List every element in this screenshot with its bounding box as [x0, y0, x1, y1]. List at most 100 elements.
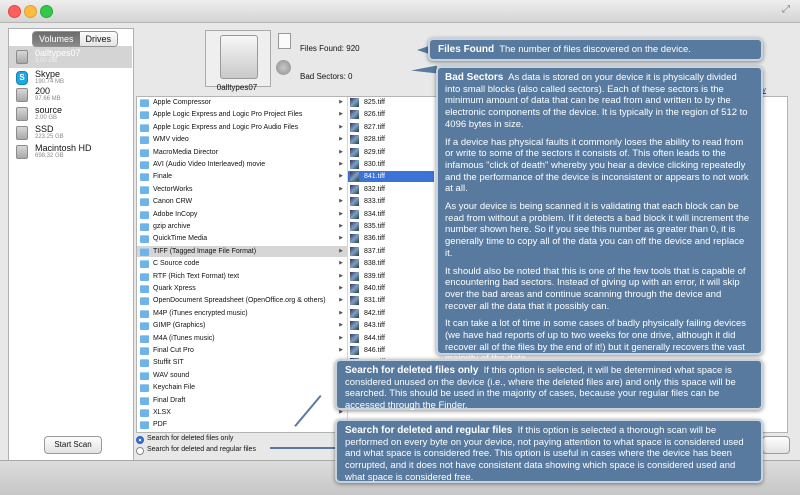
file-type-row[interactable]: Apple Logic Express and Logic Pro Projec…: [137, 109, 347, 120]
file-row[interactable]: 829.tiff: [348, 147, 434, 158]
file-row[interactable]: 839.tiff: [348, 271, 434, 282]
file-type-row[interactable]: WMV video ▶: [137, 134, 347, 145]
file-type-label: PDF: [153, 421, 167, 429]
image-thumbnail-icon: [350, 234, 359, 244]
folder-icon: [140, 396, 149, 405]
image-thumbnail-icon: [350, 122, 359, 132]
drive-icon: [16, 126, 28, 140]
file-type-row[interactable]: RTF (Rich Text Format) text ▶: [137, 271, 347, 282]
deleted-and-regular-radio[interactable]: [136, 447, 144, 455]
file-row[interactable]: 841.tiff: [348, 171, 434, 183]
deleted-only-radio[interactable]: [136, 436, 144, 444]
tab-drives[interactable]: Drives: [79, 32, 118, 46]
file-type-row[interactable]: Adobe InCopy ▶: [137, 209, 347, 220]
image-thumbnail-icon: [350, 147, 359, 157]
disclosure-arrow-icon: ▶: [339, 185, 343, 192]
sidebar-item-0alltypes07[interactable]: 0alltypes07 3.00 GB: [9, 46, 132, 68]
fullscreen-icon[interactable]: ⤢: [782, 4, 790, 15]
device-name: source: [35, 105, 63, 115]
file-type-row[interactable]: XLSX ▶: [137, 407, 347, 418]
device-name: 200: [35, 86, 51, 96]
file-type-row[interactable]: Canon CRW ▶: [137, 196, 347, 207]
image-thumbnail-icon: [350, 197, 359, 207]
deleted-and-regular-label[interactable]: Search for deleted and regular files: [147, 446, 256, 453]
tab-volumes[interactable]: Volumes: [33, 32, 80, 46]
file-type-label: TIFF (Tagged Image File Format): [153, 247, 257, 255]
file-type-row[interactable]: MacroMedia Director ▶: [137, 147, 347, 158]
folder-icon: [140, 198, 149, 207]
device-name: Macintosh HD: [35, 143, 92, 153]
file-row[interactable]: 844.tiff: [348, 333, 434, 344]
file-type-row[interactable]: C Source code ▶: [137, 258, 347, 269]
file-type-row[interactable]: Apple Logic Express and Logic Pro Audio …: [137, 122, 347, 133]
sidebar-item-macintosh-hd[interactable]: Macintosh HD 698.32 GB: [9, 141, 132, 163]
folder-icon: [140, 260, 149, 269]
file-type-label: M4A (iTunes music): [153, 334, 215, 342]
disclosure-arrow-icon: ▶: [339, 235, 343, 242]
file-row[interactable]: 825.tiff: [348, 97, 434, 108]
image-thumbnail-icon: [350, 333, 359, 343]
file-name: 839.tiff: [364, 272, 385, 280]
file-type-row[interactable]: QuickTime Media ▶: [137, 233, 347, 244]
file-type-row[interactable]: Keychain File▶: [137, 382, 347, 393]
file-name: 833.tiff: [364, 198, 385, 206]
file-type-label: C Source code: [153, 260, 200, 268]
file-type-row[interactable]: WAV sound▶: [137, 370, 347, 381]
file-type-label: RTF (Rich Text Format) text: [153, 272, 240, 280]
file-row[interactable]: 837.tiff: [348, 246, 434, 257]
folder-icon: [140, 99, 149, 107]
file-row[interactable]: 838.tiff: [348, 258, 434, 269]
file-name: 844.tiff: [364, 334, 385, 342]
file-type-row[interactable]: Apple Compressor ▶: [137, 97, 347, 108]
file-row[interactable]: 832.tiff: [348, 184, 434, 195]
file-row[interactable]: 830.tiff: [348, 159, 434, 170]
file-type-row[interactable]: OpenDocument Spreadsheet (OpenOffice.org…: [137, 295, 347, 306]
file-type-label: AVI (Audio Video Interleaved) movie: [153, 161, 266, 168]
image-thumbnail-icon: [350, 209, 359, 219]
file-type-row[interactable]: VectorWorks ▶: [137, 184, 347, 195]
zoom-button[interactable]: [40, 5, 53, 18]
file-type-row[interactable]: GIMP (Graphics) ▶: [137, 320, 347, 331]
file-row[interactable]: 843.tiff: [348, 320, 434, 331]
file-row[interactable]: 834.tiff: [348, 209, 434, 220]
disclosure-arrow-icon: ▶: [339, 111, 343, 118]
folder-icon: [140, 421, 149, 430]
file-type-row[interactable]: Stuffit SIT▶: [137, 357, 347, 368]
file-type-row[interactable]: Finale ▶: [137, 171, 347, 182]
image-thumbnail-icon: [350, 346, 359, 355]
folder-icon: [140, 309, 149, 318]
close-button[interactable]: [8, 5, 21, 18]
file-type-label: MacroMedia Director: [153, 148, 218, 156]
file-name: 842.tiff: [364, 309, 385, 317]
file-row[interactable]: 840.tiff: [348, 283, 434, 294]
minimize-button[interactable]: [24, 5, 37, 18]
file-type-row[interactable]: AVI (Audio Video Interleaved) movie ▶: [137, 159, 347, 170]
file-row[interactable]: 826.tiff: [348, 109, 434, 120]
callout-title: Bad Sectors: [445, 72, 504, 83]
file-type-row[interactable]: Quark Xpress ▶: [137, 283, 347, 294]
file-row[interactable]: 836.tiff: [348, 233, 434, 244]
file-row[interactable]: 833.tiff: [348, 196, 434, 207]
start-scan-button[interactable]: Start Scan: [44, 436, 102, 454]
file-type-row[interactable]: M4A (iTunes music) ▶: [137, 333, 347, 344]
file-row[interactable]: 828.tiff: [348, 134, 434, 145]
disclosure-arrow-icon: ▶: [339, 161, 343, 167]
device-size: 97.66 MB: [35, 96, 61, 102]
folder-icon: [140, 136, 149, 145]
file-row[interactable]: 842.tiff: [348, 308, 434, 319]
file-row[interactable]: 831.tiff: [348, 295, 434, 306]
action-button[interactable]: [762, 436, 790, 454]
file-row[interactable]: 835.tiff: [348, 221, 434, 232]
file-type-row[interactable]: TIFF (Tagged Image File Format) ▶: [137, 245, 347, 257]
file-type-row[interactable]: M4P (iTunes encrypted music) ▶: [137, 308, 347, 319]
drive-label: 0alltypes07: [216, 83, 258, 92]
file-type-label: Adobe InCopy: [153, 210, 198, 218]
file-type-row[interactable]: PDF▶: [137, 419, 347, 430]
deleted-only-label[interactable]: Search for deleted files only: [147, 435, 233, 442]
drive-icon: [16, 88, 28, 102]
file-type-row[interactable]: Final Cut Pro ▶: [137, 345, 347, 356]
file-row[interactable]: 827.tiff: [348, 122, 434, 133]
file-row[interactable]: 846.tiff: [348, 345, 434, 356]
file-type-row[interactable]: gzip archive ▶: [137, 221, 347, 232]
disclosure-arrow-icon: ▶: [339, 309, 343, 316]
